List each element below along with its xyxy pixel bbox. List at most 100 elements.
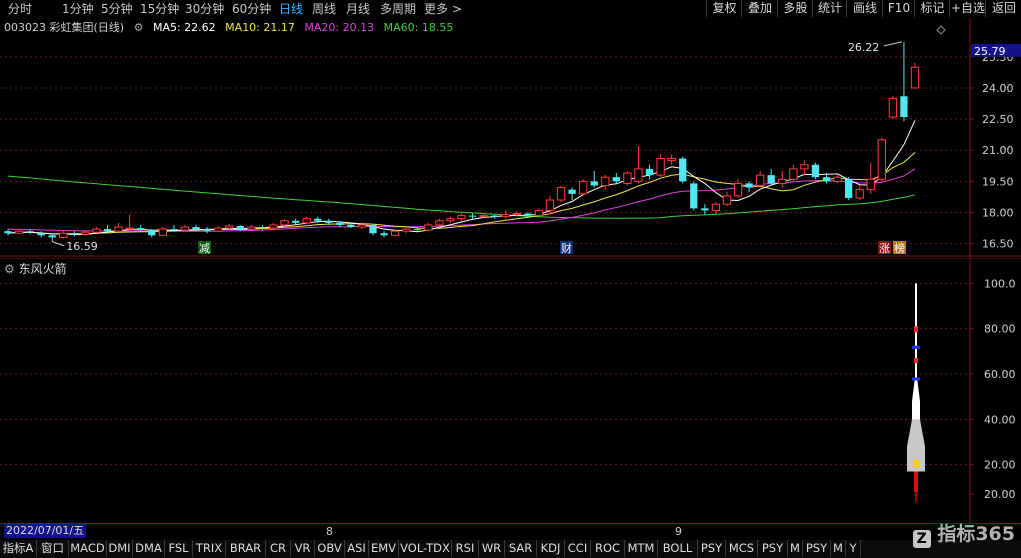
indicator-tab[interactable]: DMI bbox=[107, 540, 133, 557]
low-price-label: 16.59 bbox=[66, 240, 98, 253]
indicator-tab[interactable]: EMV bbox=[369, 540, 399, 557]
toolbar-button[interactable]: 画线 bbox=[846, 0, 883, 17]
candle-body bbox=[545, 199, 555, 211]
period-tab[interactable]: 分时 bbox=[8, 1, 32, 17]
more-arrow-icon[interactable]: > bbox=[452, 1, 462, 17]
indicator-tab[interactable]: TRIX bbox=[193, 540, 226, 557]
candle-body bbox=[556, 187, 566, 201]
toolbar-button[interactable]: 统计 bbox=[812, 0, 847, 17]
toolbar-button[interactable]: 多股 bbox=[777, 0, 813, 17]
candle-body bbox=[446, 218, 455, 222]
candle-body bbox=[390, 230, 400, 236]
indicator-tab[interactable]: DMA bbox=[133, 540, 165, 557]
indicator-tab[interactable]: M bbox=[788, 540, 803, 557]
period-tab[interactable]: 日线 bbox=[279, 1, 303, 17]
toolbar-button[interactable]: 复权 bbox=[706, 0, 742, 17]
indicator-tab[interactable]: PSY bbox=[758, 540, 788, 557]
candle bbox=[446, 216, 455, 223]
candle-body bbox=[336, 222, 344, 225]
indicator-tab[interactable]: FSL bbox=[165, 540, 193, 557]
indicator-tab[interactable]: ASI bbox=[345, 540, 369, 557]
indicator-gear-icon[interactable]: ⚙ bbox=[4, 262, 15, 276]
date-strip: 8 9 bbox=[0, 523, 1021, 541]
indicator-tab[interactable]: PSY bbox=[698, 540, 726, 557]
candle bbox=[534, 208, 544, 217]
candle-body bbox=[170, 229, 178, 231]
indicator-tab[interactable]: PSY bbox=[803, 540, 831, 557]
indicator-tab[interactable]: 窗口 bbox=[37, 540, 69, 557]
candlestick-chart[interactable]: 25.5024.0022.5021.0019.5018.0016.5025.79… bbox=[0, 18, 1021, 258]
indicator-tab[interactable]: MCS bbox=[726, 540, 758, 557]
indicator-tab[interactable]: MTM bbox=[625, 540, 658, 557]
period-tab[interactable]: 周线 bbox=[312, 1, 336, 17]
toolbar-button[interactable]: 叠加 bbox=[741, 0, 778, 17]
period-tab[interactable]: 30分钟 bbox=[185, 1, 224, 17]
indicator-tab[interactable]: BOLL bbox=[658, 540, 698, 557]
candle bbox=[214, 225, 223, 233]
indicator-title: ⚙ 东风火箭 bbox=[4, 260, 67, 277]
candle-body bbox=[822, 177, 831, 182]
indicator-tab[interactable]: BRAR bbox=[226, 540, 266, 557]
candle bbox=[380, 231, 388, 238]
candle-body bbox=[755, 174, 765, 187]
candle-body bbox=[457, 215, 466, 220]
candle-body bbox=[579, 180, 588, 195]
period-tab[interactable]: 5分钟 bbox=[101, 1, 133, 17]
indicator-tick-label: 80.00 bbox=[984, 323, 1016, 336]
event-marker-label: 财 bbox=[561, 241, 572, 255]
candle bbox=[148, 229, 156, 238]
candle-body bbox=[501, 214, 510, 218]
period-tab[interactable]: 15分钟 bbox=[140, 1, 179, 17]
candle bbox=[722, 191, 732, 207]
period-tab[interactable]: 1分钟 bbox=[62, 1, 94, 17]
price-tick-label: 21.00 bbox=[982, 144, 1014, 157]
candle bbox=[302, 216, 311, 224]
indicator-tab[interactable]: ROC bbox=[591, 540, 625, 557]
indicator-tab[interactable]: CCI bbox=[565, 540, 591, 557]
candle-body bbox=[424, 224, 433, 231]
indicator-tab[interactable]: VOL-TDX bbox=[399, 540, 452, 557]
event-marker-label: 榜 bbox=[894, 241, 905, 255]
candle-body bbox=[733, 182, 743, 197]
toolbar-button[interactable]: F10 bbox=[882, 0, 915, 17]
candle-body bbox=[214, 227, 223, 232]
indicator-tab[interactable]: WR bbox=[479, 540, 505, 557]
candle-body bbox=[767, 175, 775, 184]
candle bbox=[789, 164, 798, 182]
candle-body bbox=[811, 164, 820, 178]
candle-body bbox=[137, 228, 145, 231]
toolbar-button[interactable]: +自选 bbox=[949, 0, 986, 17]
indicator-tick-label: 20.00 bbox=[984, 459, 1016, 472]
indicator-tab[interactable]: OBV bbox=[315, 540, 345, 557]
toolbar-button[interactable]: 返回 bbox=[985, 0, 1021, 17]
candle-body bbox=[269, 224, 278, 229]
candle-body bbox=[48, 235, 56, 238]
indicator-tab[interactable]: MACD bbox=[69, 540, 107, 557]
indicator-tab[interactable]: Y bbox=[846, 540, 861, 557]
indicator-tab[interactable]: M bbox=[831, 540, 846, 557]
candle-body bbox=[314, 218, 322, 221]
candle bbox=[203, 227, 211, 234]
candle-body bbox=[225, 225, 234, 229]
candle bbox=[690, 181, 698, 211]
toolbar-button[interactable]: 标记 bbox=[914, 0, 950, 17]
candle-body bbox=[634, 168, 643, 182]
period-tab[interactable]: 月线 bbox=[346, 1, 370, 17]
period-tab[interactable]: 多周期 bbox=[380, 1, 416, 17]
indicator-tab[interactable]: CR bbox=[266, 540, 291, 557]
period-tab[interactable]: 更多 bbox=[424, 1, 448, 17]
event-marker-label: 减 bbox=[199, 242, 210, 255]
date-start-label: 2022/07/01/五 bbox=[4, 524, 87, 538]
indicator-tab[interactable]: KDJ bbox=[537, 540, 565, 557]
indicator-tab[interactable]: SAR bbox=[505, 540, 537, 557]
indicator-chart[interactable]: 100.0 80.00 60.00 40.00 20.00 20.00 bbox=[0, 258, 1021, 524]
price-tick-label: 22.50 bbox=[982, 113, 1014, 126]
candle bbox=[877, 137, 886, 182]
indicator-tab[interactable]: 指标A bbox=[0, 540, 37, 557]
period-tab[interactable]: 60分钟 bbox=[232, 1, 271, 17]
candle-body bbox=[512, 213, 521, 216]
diamond-icon bbox=[936, 25, 946, 35]
indicator-tab[interactable]: RSI bbox=[452, 540, 479, 557]
indicator-tab[interactable]: VR bbox=[291, 540, 315, 557]
candle bbox=[158, 227, 168, 237]
